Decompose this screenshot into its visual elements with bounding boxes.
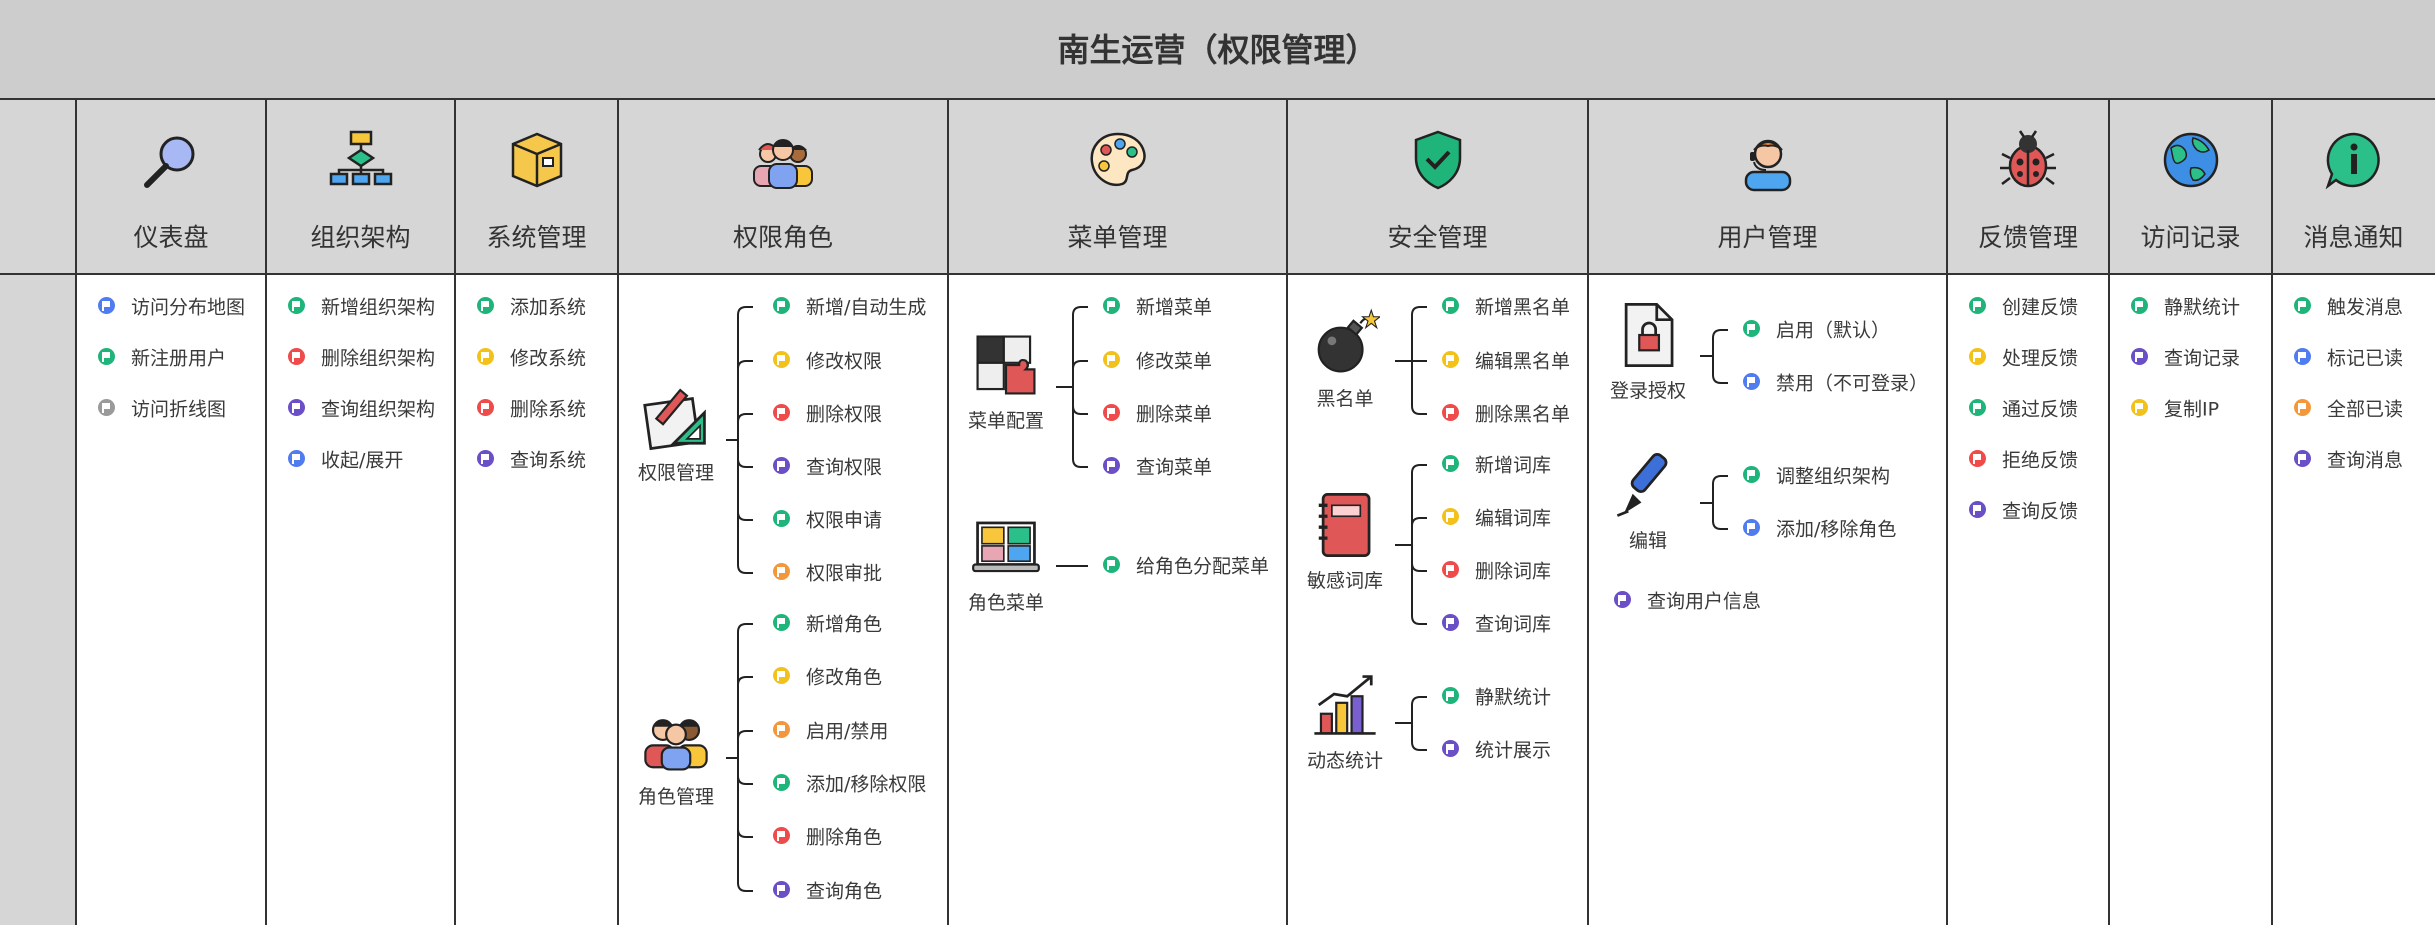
flag-icon xyxy=(1614,591,1631,608)
list-item[interactable]: 调整组织架构 xyxy=(1743,462,1890,490)
list-item[interactable]: 添加/移除角色 xyxy=(1743,515,1896,543)
flag-icon xyxy=(1743,519,1760,536)
list-item-label: 查询用户信息 xyxy=(1647,590,1762,613)
diagram-canvas: 南生运营（权限管理） 仪表盘 访问分布地图 新注册用户 访问折线图 组织架构 新增组织架构… xyxy=(0,0,2435,925)
list-item-label: 调整组织架构 xyxy=(1776,465,1891,488)
list-item[interactable]: 查询用户信息 xyxy=(1614,587,1761,615)
branch-connector xyxy=(1700,475,1728,530)
flag-icon xyxy=(1743,466,1760,483)
list-item-label: 添加/移除角色 xyxy=(1776,518,1897,541)
